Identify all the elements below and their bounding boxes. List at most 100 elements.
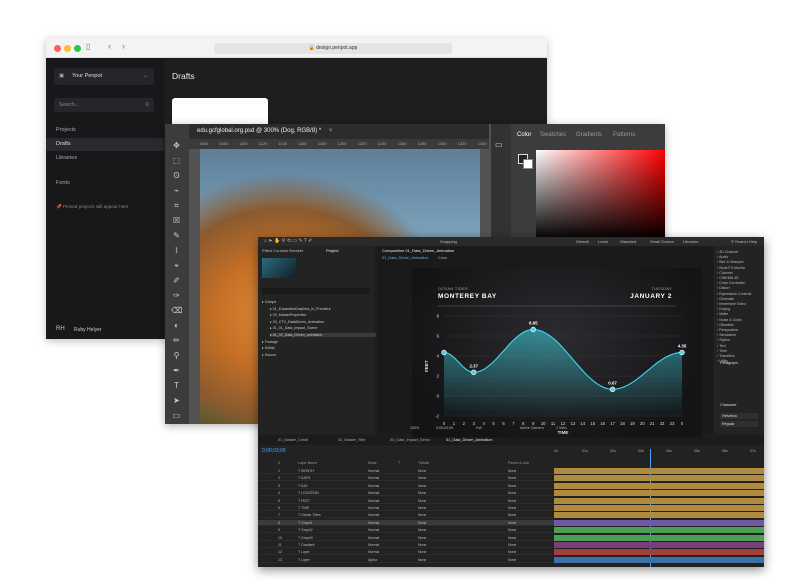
layer-bar[interactable]: [554, 475, 764, 482]
timeline-tab-4[interactable]: 01_Data_Driven_Animation: [446, 438, 492, 442]
sidebar-toggle-icon[interactable]: ▯: [86, 42, 90, 51]
ps-tool-icon[interactable]: T: [171, 380, 182, 391]
project-item[interactable]: ▸ Solids: [262, 346, 368, 350]
snapping-toggle[interactable]: Snapping: [440, 237, 457, 246]
tab-swatches[interactable]: Swatches: [540, 132, 566, 138]
ps-tool-icon[interactable]: ◐: [171, 320, 182, 331]
nav-fonts[interactable]: Fonts: [46, 177, 164, 190]
project-item[interactable]: ▸ 01_02_Data_Driven_animation: [270, 333, 376, 337]
layer-row[interactable]: 4 T LOCATION Normal None None: [258, 490, 554, 497]
back-icon[interactable]: ‹: [108, 41, 111, 51]
nav-projects[interactable]: Projects: [46, 124, 164, 137]
project-search[interactable]: [262, 288, 370, 294]
layer-row[interactable]: 12 T Layer Normal None None: [258, 549, 554, 556]
ps-tool-icon[interactable]: ☒: [171, 215, 182, 226]
camera-select[interactable]: Active Camera: [520, 424, 544, 432]
project-item[interactable]: ▸ Footage: [262, 340, 368, 344]
ps-tool-icon[interactable]: ✥: [171, 140, 182, 151]
tab-gradients[interactable]: Gradients: [576, 132, 602, 138]
layer-row[interactable]: 11 T Gradient Normal None None: [258, 542, 554, 548]
ps-tool-icon[interactable]: ⌗: [171, 200, 182, 211]
search-input[interactable]: Search... ⚲: [54, 98, 154, 112]
color-field[interactable]: [536, 150, 665, 240]
timeline-tab-1[interactable]: 01_Master_Credit: [278, 438, 308, 442]
layer-row[interactable]: 1 T MONTH Normal None None: [258, 468, 554, 474]
ps-tool-icon[interactable]: ⌇: [171, 245, 182, 256]
layer-row[interactable]: 10 T Graph3 Normal None None: [258, 535, 554, 541]
layer-bar[interactable]: [554, 482, 764, 489]
font-style-select[interactable]: Regular: [720, 421, 758, 427]
ps-tool-icon[interactable]: ✏: [171, 335, 182, 346]
layer-row[interactable]: 3 T DAY Normal None None: [258, 483, 554, 489]
composition-breadcrumb[interactable]: 01_Data_Driven_Animation: [382, 256, 428, 260]
ps-tool-icon[interactable]: ⌁: [171, 185, 182, 196]
layer-bar[interactable]: [554, 490, 764, 497]
layer-bar[interactable]: [554, 519, 764, 526]
ps-tool-icon[interactable]: ✒: [171, 365, 182, 376]
tab-color[interactable]: Color: [517, 132, 531, 138]
ps-tool-icon[interactable]: ➤: [171, 395, 182, 406]
comment-icon[interactable]: ▭: [495, 140, 503, 149]
project-item[interactable]: ▸ Comps: [262, 300, 368, 304]
ps-tool-icon[interactable]: ▭: [171, 410, 182, 421]
workspace-learn[interactable]: Learn: [598, 237, 608, 246]
close-icon[interactable]: ×: [329, 128, 333, 134]
project-tab[interactable]: Project: [326, 248, 338, 253]
project-item[interactable]: ▸ 01_01_Data_Impact_Scene: [270, 326, 376, 330]
timeline-tab-3[interactable]: 03_Data_Impact_Demo: [390, 438, 430, 442]
layer-bar[interactable]: [554, 556, 764, 563]
layer-bar[interactable]: [554, 542, 764, 548]
layer-bar[interactable]: [554, 468, 764, 474]
ps-tool-icon[interactable]: ⌫: [171, 305, 182, 316]
layer-row[interactable]: 5 T FEET Normal None None: [258, 498, 554, 504]
timeline-tab-2[interactable]: 02_Master_Title: [338, 438, 365, 442]
ps-tool-icon[interactable]: ʘ: [171, 170, 182, 181]
project-item[interactable]: ▸ Source: [262, 353, 368, 357]
minimize-dot[interactable]: [64, 45, 71, 52]
layer-row[interactable]: 9 T Graph2 Normal None None: [258, 527, 554, 534]
workspace-default[interactable]: Default: [576, 237, 589, 246]
project-item[interactable]: ▸ 02_MasterProperties: [270, 313, 376, 317]
viewer-time[interactable]: 0;00;03;09: [436, 424, 453, 432]
time-ruler[interactable]: 0s 01s 02s 03s 04s 05s 06s 07s: [554, 449, 764, 457]
home-icon[interactable]: ⌂ ➤ ✋ ⚲ ⟲ ▭ ✎ T ✐: [264, 237, 312, 246]
user-name[interactable]: Ruby Helyer: [74, 327, 102, 333]
layer-bar[interactable]: [554, 505, 764, 511]
layer-row[interactable]: 13 T Layer Alpha None None: [258, 557, 554, 563]
composition-sub[interactable]: Color: [438, 256, 447, 260]
view-select[interactable]: 1 View: [556, 424, 567, 432]
layer-bar[interactable]: [554, 549, 764, 556]
layer-row[interactable]: 8 T Graph1 Normal None None: [258, 519, 554, 526]
nav-drafts[interactable]: Drafts: [46, 138, 164, 151]
composition-tab[interactable]: Composition 01_Data_Driven_Animation: [382, 248, 454, 253]
quality-select[interactable]: Full: [476, 424, 482, 432]
search-help[interactable]: ⚲ Search Help: [731, 237, 757, 246]
ps-tool-icon[interactable]: ✑: [171, 290, 182, 301]
comp-viewer[interactable]: OCEAN TIDES MONTEREY BAY TUESDAY JANUARY…: [412, 268, 702, 442]
layer-row[interactable]: 2 T DAYS Normal None None: [258, 475, 554, 482]
ps-tool-icon[interactable]: ✐: [171, 275, 182, 286]
document-tab[interactable]: edu.gcfglobal.org.psd @ 300% (Dog, RGB/8…: [189, 124, 489, 139]
ps-tool-icon[interactable]: ✎: [171, 230, 182, 241]
close-dot[interactable]: [54, 45, 61, 52]
layer-row[interactable]: 6 T TIME Normal None None: [258, 505, 554, 511]
workspace-standard[interactable]: Standard: [620, 237, 636, 246]
project-item[interactable]: ▸ 01_ExpandedGraphics_in_Premiere: [270, 307, 376, 311]
background-swatch[interactable]: [523, 159, 533, 169]
forward-icon[interactable]: ›: [122, 41, 125, 51]
nav-libraries[interactable]: Libraries: [46, 152, 164, 165]
effect-controls-tab[interactable]: Effect Controls Breaker: [262, 248, 303, 253]
ps-tool-icon[interactable]: ⚲: [171, 350, 182, 361]
font-family-select[interactable]: Helvetica: [720, 413, 758, 419]
ps-tool-icon[interactable]: ⬚: [171, 155, 182, 166]
tab-patterns[interactable]: Patterns: [613, 132, 635, 138]
timecode[interactable]: 0;00;03;09: [262, 448, 286, 454]
workspace-small-screen[interactable]: Small Screen: [650, 237, 674, 246]
layer-row[interactable]: 7 T Ocean Tides Normal None None: [258, 512, 554, 519]
layer-bar[interactable]: [554, 527, 764, 534]
team-selector[interactable]: ▣ Your Penpot ⌄: [54, 68, 154, 85]
layer-bar[interactable]: [554, 497, 764, 504]
workspace-libraries[interactable]: Libraries: [683, 237, 698, 246]
zoom-select[interactable]: 100%: [410, 424, 419, 432]
address-bar[interactable]: 🔒 design.penpot.app: [214, 43, 452, 54]
